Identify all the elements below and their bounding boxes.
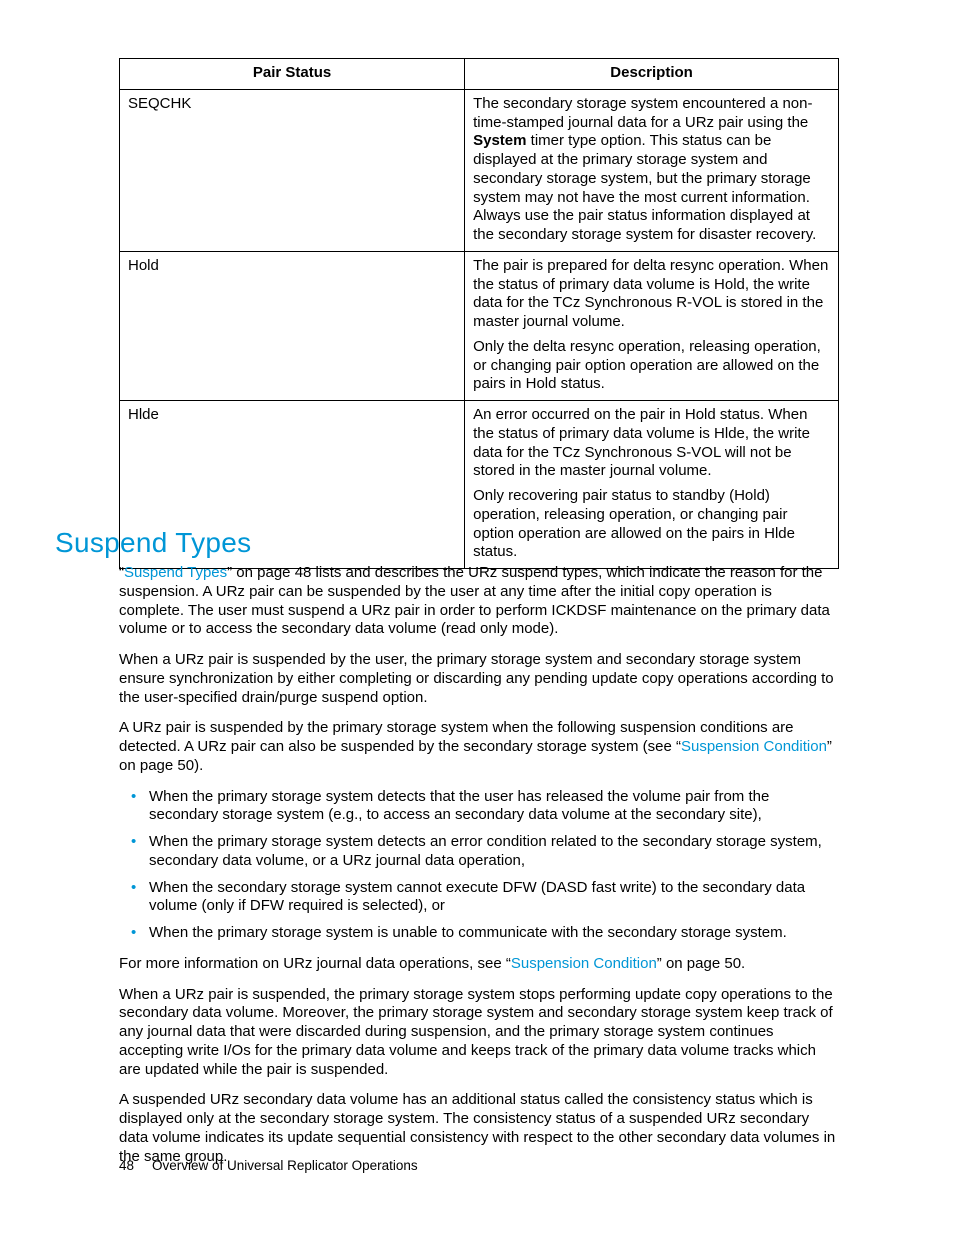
- table-header-status: Pair Status: [120, 59, 465, 90]
- link-suspend-types[interactable]: Suspend Types: [124, 564, 227, 581]
- page-footer: 48 Overview of Universal Replicator Opera…: [119, 1158, 418, 1175]
- table-row: HoldThe pair is prepared for delta resyn…: [120, 251, 839, 400]
- para-5: When a URz pair is suspended, the primar…: [119, 986, 839, 1080]
- link-suspension-condition-2[interactable]: Suspension Condition: [511, 955, 657, 972]
- section-heading: Suspend Types: [55, 525, 251, 560]
- table-row: SEQCHKThe secondary storage system encou…: [120, 89, 839, 251]
- body-text: “Suspend Types” on page 48 lists and des…: [119, 564, 839, 1178]
- table-header-desc: Description: [465, 59, 839, 90]
- page-number: 48: [119, 1158, 134, 1173]
- cell-desc: The pair is prepared for delta resync op…: [465, 251, 839, 400]
- para-1: “Suspend Types” on page 48 lists and des…: [119, 564, 839, 639]
- bullet-list: When the primary storage system detects …: [119, 788, 839, 943]
- link-suspension-condition-1[interactable]: Suspension Condition: [681, 738, 827, 755]
- para-2: When a URz pair is suspended by the user…: [119, 651, 839, 707]
- pair-status-table: Pair Status Description SEQCHKThe second…: [119, 58, 839, 569]
- para-3: A URz pair is suspended by the primary s…: [119, 719, 839, 775]
- para-6: A suspended URz secondary data volume ha…: [119, 1091, 839, 1166]
- cell-desc: An error occurred on the pair in Hold st…: [465, 401, 839, 569]
- list-item: When the primary storage system detects …: [119, 833, 839, 871]
- pair-status-table-wrap: Pair Status Description SEQCHKThe second…: [119, 58, 839, 569]
- list-item: When the primary storage system detects …: [119, 788, 839, 826]
- cell-status: Hold: [120, 251, 465, 400]
- cell-desc: The secondary storage system encountered…: [465, 89, 839, 251]
- footer-title: Overview of Universal Replicator Operati…: [152, 1158, 418, 1173]
- cell-status: SEQCHK: [120, 89, 465, 251]
- para-4: For more information on URz journal data…: [119, 955, 839, 974]
- list-item: When the secondary storage system cannot…: [119, 879, 839, 917]
- list-item: When the primary storage system is unabl…: [119, 924, 839, 943]
